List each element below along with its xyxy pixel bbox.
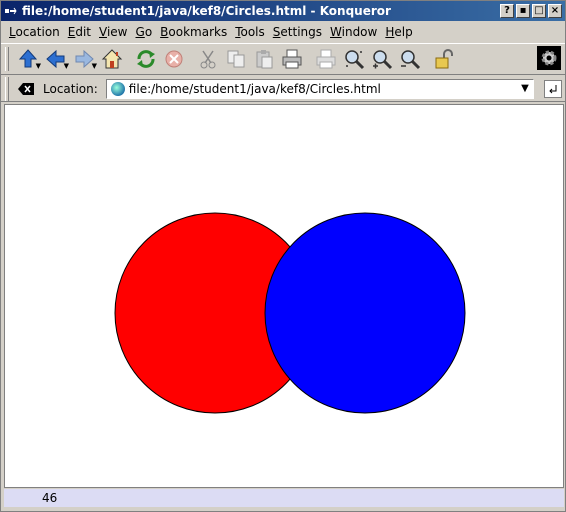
menu-view[interactable]: View	[95, 25, 131, 39]
toolbar-grip[interactable]	[5, 76, 9, 101]
home-button[interactable]	[99, 46, 125, 72]
location-toolbar: Location: file:/home/student1/java/kef8/…	[1, 76, 565, 102]
konqueror-window: file:/home/student1/java/kef8/Circles.ht…	[0, 0, 566, 512]
up-button[interactable]: ▼	[15, 46, 41, 72]
reload-icon	[137, 50, 155, 68]
stop-button[interactable]	[161, 46, 187, 72]
paste-button[interactable]	[251, 46, 277, 72]
location-label: Location:	[43, 81, 98, 96]
cut-button[interactable]	[195, 46, 221, 72]
zoom-in-button[interactable]	[369, 46, 395, 72]
home-icon	[101, 49, 123, 69]
zoom-in-icon	[373, 50, 393, 70]
copy-icon	[227, 50, 245, 68]
chevron-down-icon[interactable]: ▼	[521, 83, 529, 94]
clear-location-button[interactable]	[15, 79, 37, 99]
page-content	[4, 104, 564, 488]
location-input[interactable]: file:/home/student1/java/kef8/Circles.ht…	[105, 78, 534, 99]
window-title: file:/home/student1/java/kef8/Circles.ht…	[22, 4, 391, 18]
menu-bar: Location Edit View Go Bookmarks Tools Se…	[1, 21, 565, 43]
help-button[interactable]: ?	[500, 4, 514, 18]
forward-button[interactable]: ▼	[71, 46, 97, 72]
print-frame-icon	[316, 49, 336, 69]
zoom-out-icon	[401, 50, 421, 70]
security-button[interactable]	[431, 46, 457, 72]
zoom-fit-icon	[345, 50, 365, 70]
go-button[interactable]	[543, 79, 562, 98]
menu-settings[interactable]: Settings	[269, 25, 326, 39]
print-button[interactable]	[279, 46, 305, 72]
window-menu-icon[interactable]	[4, 4, 18, 18]
print-frame-button[interactable]	[313, 46, 339, 72]
enter-icon	[549, 84, 557, 93]
status-bar: 46	[4, 489, 564, 507]
globe-icon	[110, 81, 125, 96]
menu-go[interactable]: Go	[132, 25, 157, 39]
dropdown-arrow-icon: ▼	[63, 62, 69, 70]
stop-icon	[165, 50, 183, 68]
minimize-button[interactable]: ▪	[516, 4, 530, 18]
menu-edit[interactable]: Edit	[64, 25, 95, 39]
back-button[interactable]: ▼	[43, 46, 69, 72]
reload-button[interactable]	[133, 46, 159, 72]
dropdown-arrow-icon: ▼	[91, 62, 97, 70]
menu-tools[interactable]: Tools	[231, 25, 269, 39]
toolbar-grip[interactable]	[5, 47, 9, 71]
zoom-out-button[interactable]	[397, 46, 423, 72]
menu-bookmarks[interactable]: Bookmarks	[156, 25, 231, 39]
cut-icon	[200, 50, 216, 69]
menu-window[interactable]: Window	[326, 25, 381, 39]
location-url[interactable]: file:/home/student1/java/kef8/Circles.ht…	[129, 82, 381, 96]
status-text: 46	[42, 491, 58, 505]
blue-circle	[264, 212, 466, 414]
gear-icon	[541, 50, 557, 66]
copy-button[interactable]	[223, 46, 249, 72]
zoom-fit-button[interactable]	[341, 46, 367, 72]
close-button[interactable]: ×	[548, 4, 562, 18]
menu-location[interactable]: Location	[5, 25, 64, 39]
print-icon	[282, 49, 302, 69]
clear-location-icon	[18, 82, 34, 95]
paste-icon	[256, 50, 273, 69]
maximize-button[interactable]: □	[532, 4, 546, 18]
main-toolbar: ▼ ▼ ▼	[1, 43, 565, 75]
throbber[interactable]	[537, 46, 561, 70]
menu-help[interactable]: Help	[381, 25, 416, 39]
dropdown-arrow-icon: ▼	[35, 62, 41, 70]
title-bar[interactable]: file:/home/student1/java/kef8/Circles.ht…	[1, 1, 565, 21]
lock-icon	[435, 49, 453, 69]
